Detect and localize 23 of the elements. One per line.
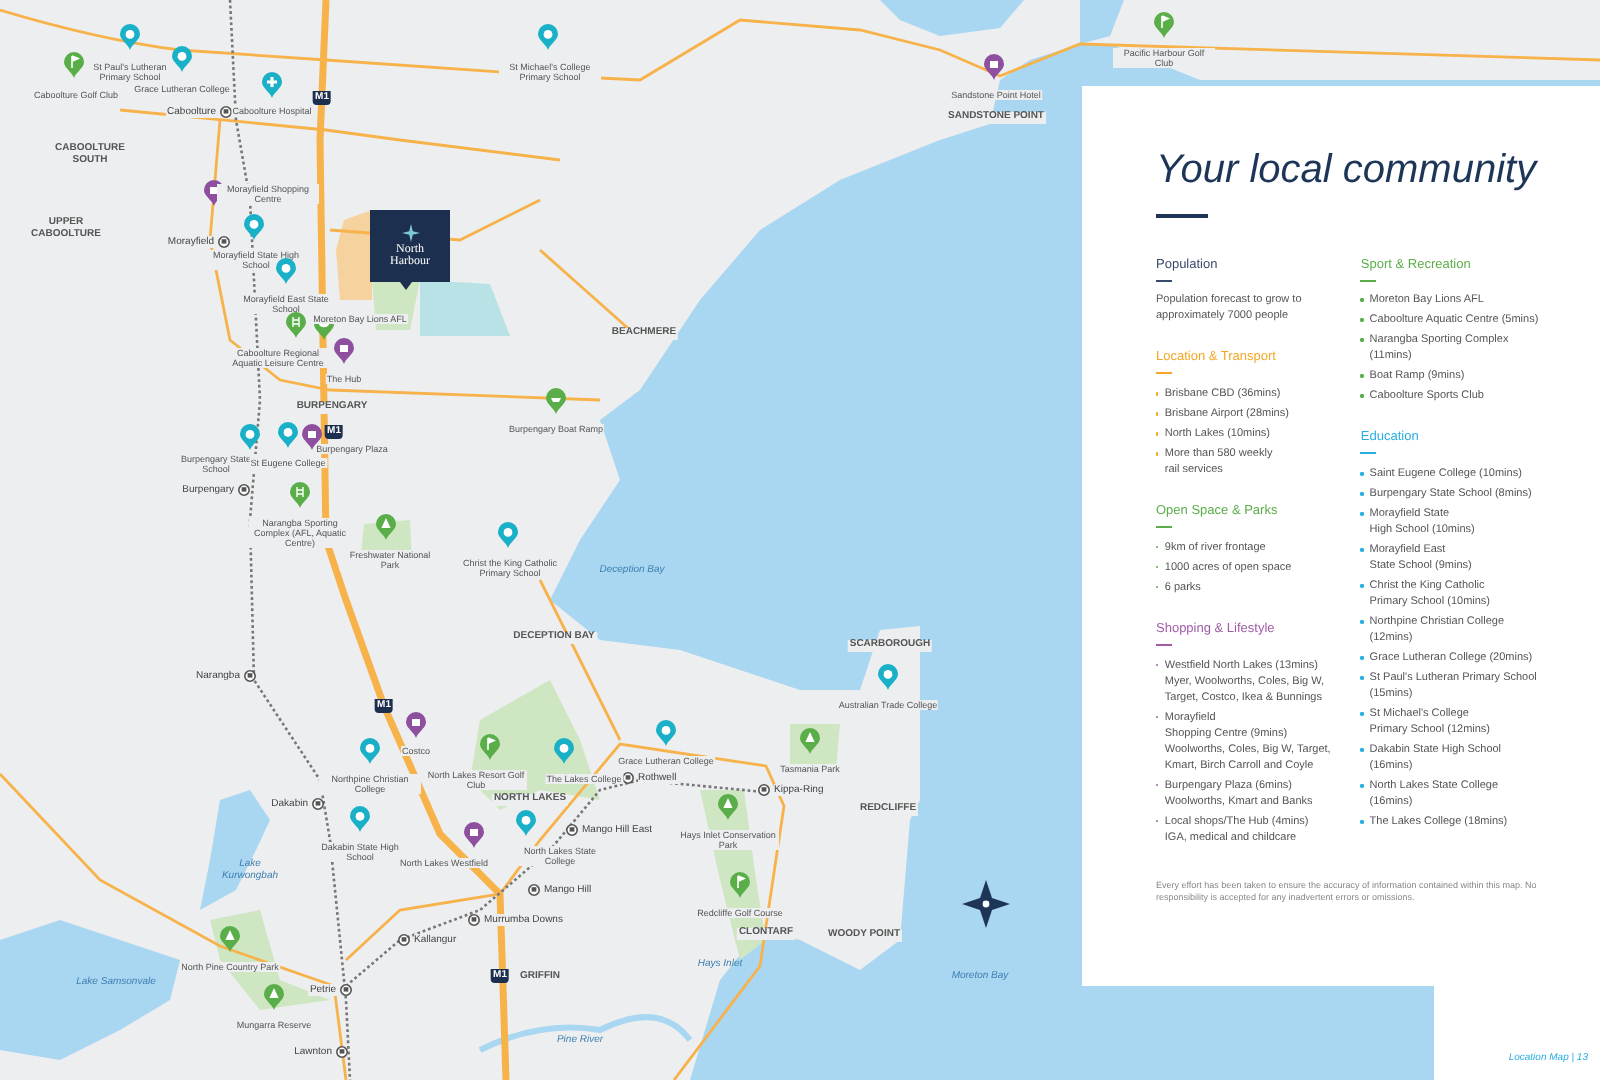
- heading-underline: [1156, 643, 1172, 646]
- train-station-icon: [528, 884, 540, 896]
- train-station-icon: [220, 106, 232, 118]
- train-station-icon: [566, 824, 578, 836]
- train-station-icon: [340, 984, 352, 996]
- train-station-icon: [758, 784, 770, 796]
- sea: [880, 0, 1024, 36]
- compass-rose-icon: [962, 880, 1010, 928]
- panel-title: Your local community: [1156, 146, 1540, 194]
- train-station-icon: [468, 914, 480, 926]
- train-station-icon: [238, 484, 250, 496]
- heading-underline: [1156, 279, 1172, 281]
- train-station-icon: [336, 1046, 348, 1058]
- train-station-icon: [244, 670, 256, 682]
- heading-underline: [1156, 372, 1172, 375]
- train-station-icon: [312, 798, 324, 810]
- title-underline: [1156, 214, 1208, 217]
- heading-underline: [1360, 279, 1377, 281]
- heading-underline: [1156, 526, 1172, 528]
- logo-icon: [401, 223, 419, 241]
- heading-underline: [1360, 452, 1377, 455]
- train-station-icon: [398, 934, 410, 946]
- train-station-icon: [218, 236, 230, 248]
